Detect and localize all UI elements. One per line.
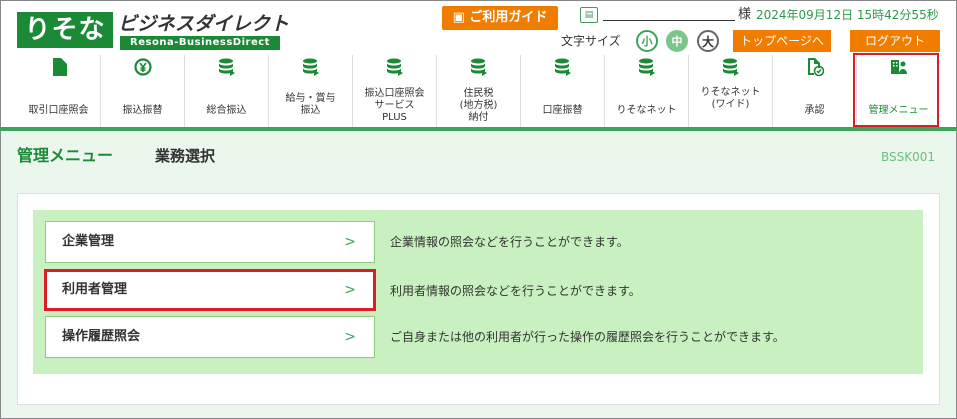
font-size-label: 文字サイズ — [561, 34, 621, 48]
menu-button-label: 利用者管理 — [62, 282, 128, 297]
nav-item-account-debit[interactable]: 口座振替 — [521, 55, 605, 127]
database-icon — [218, 58, 236, 76]
database-icon — [386, 58, 404, 76]
logo-subtitle: Resona-BusinessDirect — [120, 36, 280, 50]
user-guide-label: ご利用ガイド — [469, 10, 548, 25]
document-icon — [50, 58, 68, 76]
nav-label: 承認 — [804, 105, 825, 116]
database-icon — [470, 58, 488, 76]
database-icon — [638, 58, 656, 76]
user-suffix: 様 — [738, 7, 752, 22]
logo-service-name: ビジネスダイレクト — [118, 13, 290, 35]
nav-label: 住民税 (地方税) 納付 — [459, 88, 498, 123]
top-page-button[interactable]: トップページへ — [733, 30, 831, 52]
nav-item-admin-menu[interactable]: 管理メニュー — [857, 55, 940, 127]
help-icon: ▣ — [452, 10, 470, 25]
database-icon — [302, 58, 320, 76]
nav-label: 振込振替 — [122, 105, 163, 116]
user-management-button[interactable]: 利用者管理 > — [45, 269, 375, 311]
database-icon — [554, 58, 572, 76]
main-nav: 取引口座照会 振込振替 総合振込 給与・賞与 振込 振込口座照会 サービス PL… — [17, 55, 940, 127]
operation-history-description: ご自身または他の利用者が行った操作の履歴照会を行うことができます。 — [390, 330, 785, 344]
nav-label: 振込口座照会 サービス PLUS — [364, 88, 425, 123]
approve-icon — [806, 58, 824, 77]
user-management-description: 利用者情報の照会などを行うことができます。 — [390, 284, 641, 298]
company-management-button[interactable]: 企業管理 > — [45, 221, 375, 263]
nav-item-resona-net[interactable]: りそなネット — [605, 55, 689, 127]
nav-item-resident-tax[interactable]: 住民税 (地方税) 納付 — [437, 55, 521, 127]
user-guide-button[interactable]: ▣ ご利用ガイド — [442, 6, 558, 30]
menu-button-label: 操作履歴照会 — [62, 329, 141, 344]
login-datetime: 2024年09月12日 15時42分55秒 — [756, 8, 939, 22]
font-size-large-button[interactable]: 大 — [697, 30, 719, 52]
page-title: 管理メニュー — [17, 146, 114, 165]
database-icon — [722, 58, 740, 76]
chevron-right-icon: > — [344, 282, 356, 298]
nav-item-account-inquiry[interactable]: 取引口座照会 — [17, 55, 101, 127]
nav-item-transfer[interactable]: 振込振替 — [101, 55, 185, 127]
operation-history-button[interactable]: 操作履歴照会 > — [45, 316, 375, 358]
font-size-small-button[interactable]: 小 — [636, 30, 658, 52]
user-card-icon: ▤ — [580, 7, 598, 23]
nav-label: りそなネット — [616, 105, 677, 116]
nav-item-salary-transfer[interactable]: 給与・賞与 振込 — [269, 55, 353, 127]
screen-id: BSSK001 — [881, 150, 936, 164]
nav-label: 給与・賞与 振込 — [285, 93, 336, 116]
logout-button[interactable]: ログアウト — [850, 30, 940, 52]
resona-logo[interactable]: りそな — [17, 12, 113, 48]
nav-label: 口座振替 — [542, 105, 583, 116]
username-field — [603, 20, 735, 21]
chevron-right-icon: > — [344, 234, 356, 250]
chevron-right-icon: > — [344, 329, 356, 345]
nav-item-transfer-account-inquiry-plus[interactable]: 振込口座照会 サービス PLUS — [353, 55, 437, 127]
admin-icon — [890, 58, 908, 76]
nav-label: 取引口座照会 — [28, 105, 89, 116]
yen-icon — [133, 58, 152, 76]
nav-item-resona-net-wide[interactable]: りそなネット (ワイド) — [689, 55, 773, 127]
menu-button-label: 企業管理 — [62, 234, 115, 249]
company-management-description: 企業情報の照会などを行うことができます。 — [390, 235, 629, 249]
nav-label: 管理メニュー — [868, 105, 929, 116]
page-subtitle: 業務選択 — [155, 147, 216, 165]
font-size-medium-button[interactable]: 中 — [666, 30, 688, 52]
nav-label: りそなネット (ワイド) — [700, 87, 761, 110]
nav-item-bulk-transfer[interactable]: 総合振込 — [185, 55, 269, 127]
nav-label: 総合振込 — [206, 105, 247, 116]
nav-item-approval[interactable]: 承認 — [773, 55, 857, 127]
